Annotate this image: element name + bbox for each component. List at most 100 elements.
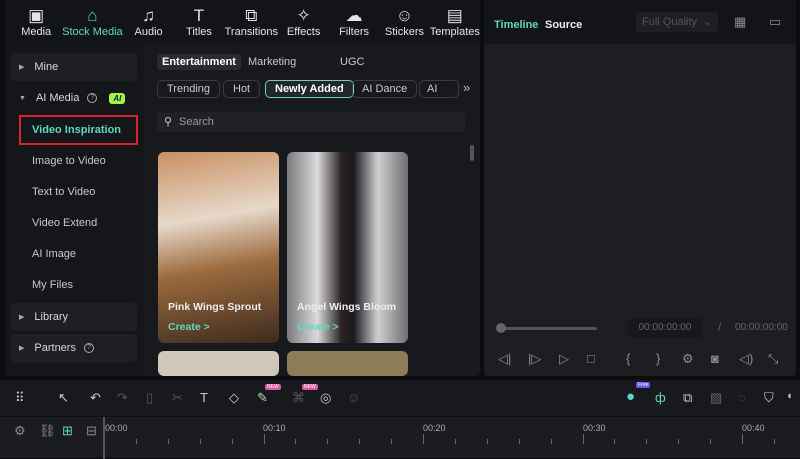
link-icon[interactable]: ⊞ <box>62 423 73 439</box>
undo-icon[interactable]: ↶ <box>90 390 101 406</box>
sidebar-item-ai-image[interactable]: AI Image <box>32 248 76 260</box>
chip-hot[interactable]: Hot <box>223 80 261 98</box>
preview-header: Timeline Source Full Quality ⌄ ▦ ▭ <box>484 0 796 44</box>
template-card[interactable] <box>158 351 279 376</box>
shield-icon[interactable]: ⛉ <box>764 390 774 406</box>
layout-grid-icon[interactable]: ⠿ <box>15 390 25 406</box>
scrollbar[interactable] <box>470 145 474 161</box>
media-icon: ▣ <box>28 6 45 25</box>
sidebar-item-video-extend[interactable]: Video Extend <box>32 217 97 229</box>
stock-media-icon: ⌂ <box>87 6 98 25</box>
nav-media[interactable]: ▣ Media <box>11 0 61 44</box>
select-tool-icon[interactable]: ↖ <box>58 390 69 406</box>
nav-audio[interactable]: ♫ Audio <box>123 0 173 44</box>
ruler-tick <box>263 434 265 444</box>
speed-icon[interactable]: ◌ <box>738 390 746 405</box>
sidebar-item-text-to-video[interactable]: Text to Video <box>32 186 95 198</box>
template-card[interactable]: Angel Wings Bloom Create > <box>287 152 408 343</box>
chip-ai-dance[interactable]: AI Dance <box>352 80 418 98</box>
nav-titles[interactable]: T Titles <box>174 0 224 44</box>
ai-audio-icon[interactable]: ◎ <box>320 390 331 406</box>
chips-more-button[interactable]: » <box>463 80 470 95</box>
chip-ai-kiss[interactable]: AI Kis <box>419 80 459 98</box>
time-label: 00:00 <box>105 423 128 433</box>
template-card[interactable] <box>287 351 408 376</box>
mic-icon[interactable]: ◖ <box>786 390 793 402</box>
progress-slider[interactable] <box>496 323 597 333</box>
redo-icon[interactable]: ↷ <box>117 390 128 406</box>
quality-select[interactable]: Full Quality ⌄ <box>636 12 718 32</box>
chip-newly-added[interactable]: Newly Added <box>265 80 354 98</box>
chip-trending[interactable]: Trending <box>157 80 221 98</box>
tab-marketing[interactable]: Marketing <box>248 56 296 68</box>
current-time[interactable]: 00:00:00:00 <box>628 318 702 338</box>
stop-icon[interactable]: □ <box>587 351 595 366</box>
transitions-icon: ⧉ <box>245 6 258 25</box>
sidebar-item-image-to-video[interactable]: Image to Video <box>32 155 106 167</box>
layout-icon[interactable]: ▦ <box>734 14 746 30</box>
sidebar-mine[interactable]: ▶ Mine <box>11 53 137 81</box>
ruler-tick <box>135 439 137 444</box>
prev-frame-icon[interactable]: ◁| <box>498 351 511 367</box>
cut-icon[interactable]: ✂ <box>172 390 183 406</box>
help-icon[interactable]: ? <box>83 343 94 353</box>
sidebar-library[interactable]: ▶ Library <box>11 303 137 331</box>
scope-icon[interactable]: ▭ <box>769 14 781 30</box>
nav-transitions[interactable]: ⧉ Transitions <box>224 0 278 44</box>
sidebar-ai-media[interactable]: ▼ AI Media? AI <box>11 84 137 112</box>
create-link[interactable]: Create > <box>297 321 339 333</box>
new-badge: NEW <box>302 384 318 390</box>
split-icon[interactable]: ф <box>655 390 666 405</box>
play-icon[interactable]: ▷ <box>559 351 569 367</box>
search-input[interactable]: ⚲ Search <box>157 112 465 132</box>
settings-icon[interactable]: ⚙ <box>682 351 694 367</box>
unlink-icon[interactable]: ⛓ <box>39 423 56 439</box>
tab-timeline[interactable]: Timeline <box>494 19 538 31</box>
nav-stock-media[interactable]: ⌂ Stock Media <box>61 0 123 44</box>
timeline-panel: ⠿ ↖ ↶ ↷ ▯ ✂ T ◇ ✎ NEW ⌘ NEW ◎ ☺ ● Free ф… <box>0 380 800 459</box>
ruler-tick <box>423 434 424 444</box>
text-tool-icon[interactable]: T <box>200 390 208 405</box>
settings-icon[interactable]: ⚙ <box>14 423 26 439</box>
track-icon[interactable]: ⊟ <box>86 423 97 439</box>
sidebar-item-my-files[interactable]: My Files <box>32 279 73 291</box>
timeline-ruler[interactable]: ⚙ ⛓ ⊞ ⊟ 00:00 00:10 00:20 00:30 00:40 <box>0 416 800 459</box>
mark-in-icon[interactable]: { <box>626 351 630 366</box>
tab-source[interactable]: Source <box>545 19 582 31</box>
time-separator: / <box>718 322 722 334</box>
nav-effects[interactable]: ✧ Effects <box>278 0 328 44</box>
top-nav: ▣ Media ⌂ Stock Media ♫ Audio T Titles ⧉ Tran… <box>5 0 480 44</box>
image-icon[interactable]: ▨ <box>710 390 722 406</box>
nav-stickers[interactable]: ☺ Stickers <box>379 0 429 44</box>
template-card[interactable]: Pink Wings Sprout Create > <box>158 152 279 343</box>
keyframe-icon[interactable]: ⌘ <box>292 390 305 406</box>
tab-entertainment[interactable]: Entertainment <box>157 54 241 70</box>
nav-templates[interactable]: ▤ Templates <box>430 0 480 44</box>
ruler-tick <box>167 439 169 444</box>
chevron-down-icon: ⌄ <box>702 16 712 28</box>
nav-filters[interactable]: ☁ Filters <box>329 0 379 44</box>
library-panel: ▣ Media ⌂ Stock Media ♫ Audio T Titles ⧉ Tran… <box>5 0 480 376</box>
ai-assistant-icon[interactable]: ● <box>626 388 635 405</box>
volume-icon[interactable]: ◁) <box>739 351 753 367</box>
tab-ugc[interactable]: UGC <box>340 56 364 68</box>
sidebar-partners[interactable]: ▶ Partners? <box>11 334 137 362</box>
crop-icon[interactable]: ◇ <box>229 390 239 406</box>
new-badge: NEW <box>265 384 281 390</box>
pen-icon[interactable]: ✎ <box>257 390 268 406</box>
replace-icon[interactable]: ⧉ <box>683 390 692 406</box>
time-label: 00:10 <box>263 423 286 433</box>
ruler-tick <box>295 439 297 444</box>
caret-right-icon: ▶ <box>19 64 25 71</box>
delete-icon[interactable]: ▯ <box>146 390 153 406</box>
slider-handle[interactable] <box>496 323 506 333</box>
time-label: 00:30 <box>583 423 606 433</box>
help-icon[interactable]: ? <box>87 93 98 103</box>
snapshot-icon[interactable]: ◙ <box>711 351 719 366</box>
next-frame-icon[interactable]: |▷ <box>528 351 541 367</box>
create-link[interactable]: Create > <box>168 321 210 333</box>
fullscreen-icon[interactable]: ⤡ <box>768 351 778 367</box>
titles-icon: T <box>193 6 205 25</box>
mark-out-icon[interactable]: } <box>656 351 660 366</box>
ai-color-icon[interactable]: ☺ <box>347 390 360 405</box>
